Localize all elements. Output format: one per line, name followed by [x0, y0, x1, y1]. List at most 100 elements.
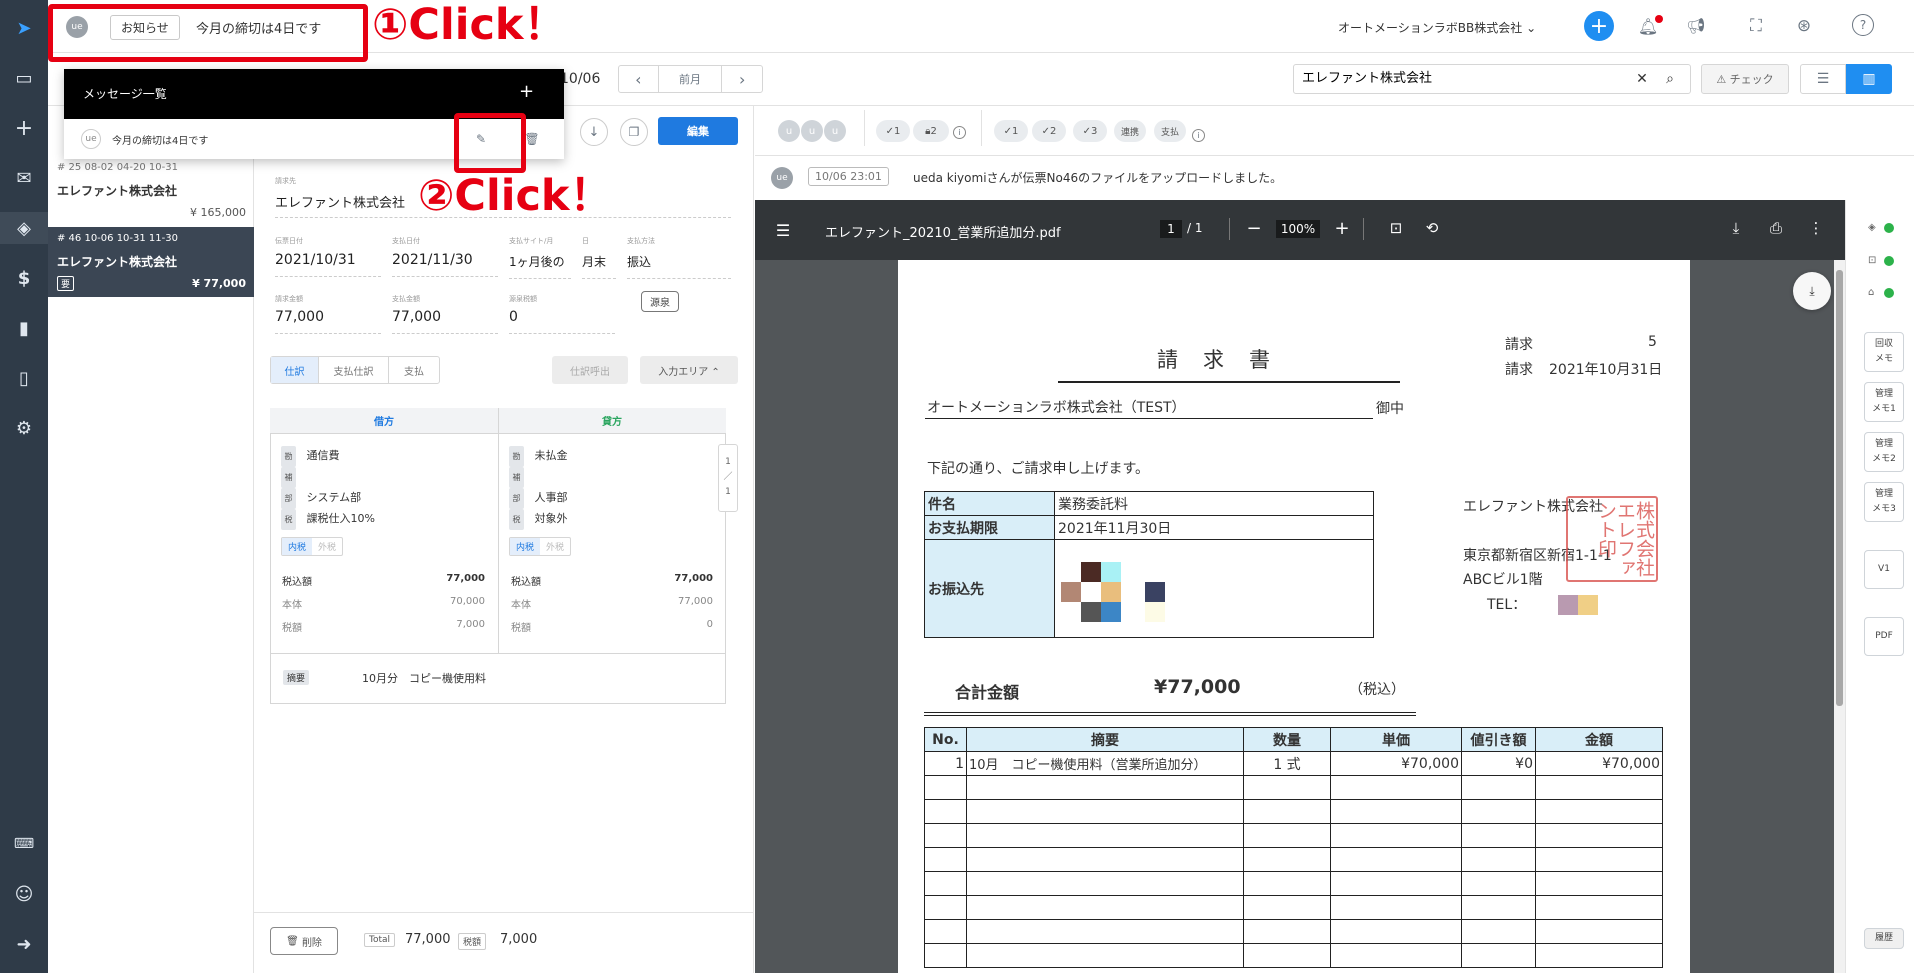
check-chip-1[interactable]: ✓ 1	[876, 120, 910, 142]
logout-icon[interactable]: ➜	[0, 928, 48, 960]
copy-icon[interactable]: ❐	[620, 118, 648, 146]
invoice-info-table: 件名 業務委託料 お支払期限 2021年11月30日 お振込先	[924, 491, 1374, 638]
chevron-down-icon: ⌄	[1526, 21, 1537, 35]
row-qty: 1 式	[1243, 751, 1331, 776]
list-item[interactable]: # 25 08-02 04-20 10-31 エレファント株式会社 ¥ 165,…	[48, 158, 254, 224]
chart-icon[interactable]: ▮	[0, 312, 48, 344]
edit-button[interactable]: 編集	[658, 117, 738, 145]
check-label: チェック	[1729, 73, 1774, 86]
admin-memo1-button[interactable]: 管理 メモ1	[1864, 382, 1904, 422]
collection-memo-button[interactable]: 回収 メモ	[1864, 332, 1904, 372]
app-logo-icon[interactable]: ➤	[0, 12, 48, 44]
dollar-icon[interactable]: $	[0, 262, 48, 294]
gear-icon[interactable]: ⚙	[0, 412, 48, 444]
bill-amount-field[interactable]: 77,000	[275, 309, 381, 334]
lock-chip-count: 2	[930, 125, 937, 137]
admin-memo3-button[interactable]: 管理 メモ3	[1864, 482, 1904, 522]
search-icon[interactable]: ⌕	[1660, 69, 1680, 89]
approval-chip-3[interactable]: ✓ 3	[1073, 120, 1107, 142]
mail-icon[interactable]: ✉	[0, 162, 48, 194]
user-icon[interactable]: ☺	[0, 878, 48, 910]
credit-tax-amt: 0	[706, 619, 713, 630]
pay-amount-field[interactable]: 77,000	[392, 309, 498, 334]
tab-pay[interactable]: 支払	[389, 357, 439, 383]
debit-tax-out[interactable]: 外税	[312, 538, 342, 555]
prev-button[interactable]: ‹	[619, 66, 659, 92]
float-download-icon[interactable]: ⤓	[1793, 272, 1831, 310]
tab-pay-journal[interactable]: 支払仕訳	[319, 357, 389, 383]
history-button[interactable]: 履歴	[1864, 928, 1904, 949]
day-field[interactable]: 月末	[582, 253, 616, 279]
credit-tax-in[interactable]: 内税	[510, 538, 541, 555]
site-field[interactable]: 1ヶ月後の	[509, 253, 571, 279]
message-add-button[interactable]: +	[519, 81, 534, 102]
company-selector[interactable]: オートメーションラボBB株式会社 ⌄	[1338, 19, 1536, 36]
download-arrow-icon[interactable]: ↓	[580, 118, 608, 146]
pdf-scrollbar-thumb[interactable]	[1836, 270, 1843, 706]
info-icon[interactable]: i	[953, 126, 966, 139]
payment-chip[interactable]: 支払	[1154, 120, 1186, 142]
support-icon[interactable]: ⊛	[1792, 14, 1816, 38]
prev-month-button[interactable]: 前月	[659, 66, 723, 92]
invoice-page: 請 求 書 請求 5 請求 2021年10月31日 オートメーションラボ株式会社…	[898, 260, 1690, 973]
search-input[interactable]	[1302, 69, 1602, 84]
add-button[interactable]: +	[1584, 11, 1614, 41]
check-button[interactable]: ⚠ チェック	[1701, 64, 1789, 94]
zoom-out-icon[interactable]: −	[1243, 217, 1265, 239]
table-row: 1 10月 コピー機使用料（営業所追加分） 1 式 ¥70,000 ¥0 ¥70…	[924, 751, 1663, 776]
list-view-icon[interactable]: ☰	[1800, 64, 1846, 94]
print-icon[interactable]: ⎙	[1765, 217, 1787, 239]
summary-text[interactable]: 10月分 コピー機使用料	[362, 670, 486, 686]
info-icon[interactable]: i	[1192, 129, 1205, 142]
layers-icon[interactable]: ◈	[0, 212, 48, 244]
zoom-in-icon[interactable]: +	[1331, 217, 1353, 239]
list-item-selected[interactable]: # 46 10-06 10-31 11-30 エレファント株式会社 要 ¥ 77…	[48, 227, 254, 297]
admin-memo2-button[interactable]: 管理 メモ2	[1864, 432, 1904, 472]
debit-tax-in[interactable]: 内税	[282, 538, 313, 555]
invoice-date-field[interactable]: 2021/10/31	[275, 252, 381, 277]
withholding-field[interactable]: 0	[509, 309, 615, 334]
approval-chip-2[interactable]: ✓ 2	[1032, 120, 1066, 142]
lock-chip[interactable]: 🔒︎ 2	[913, 120, 949, 142]
fullscreen-icon[interactable]: ⛶	[1744, 14, 1768, 38]
pdf-button[interactable]: PDF	[1864, 617, 1904, 656]
credit-tax-out[interactable]: 外税	[540, 538, 570, 555]
source-button[interactable]: 源泉	[641, 291, 679, 312]
pay-date-field[interactable]: 2021/11/30	[392, 252, 498, 277]
link-chip[interactable]: 連携	[1114, 120, 1146, 142]
message-item-text[interactable]: 今月の締切は4日です	[112, 132, 208, 147]
keyboard-icon[interactable]: ⌨	[0, 828, 48, 860]
input-area-toggle[interactable]: 入力エリア ⌃	[640, 356, 738, 384]
tab-journal[interactable]: 仕訳	[271, 357, 319, 383]
clear-icon[interactable]: ✕	[1632, 69, 1652, 89]
status-avatar[interactable]: u	[778, 120, 800, 142]
help-icon[interactable]: ?	[1852, 14, 1874, 36]
split-view-icon[interactable]: ▥	[1846, 64, 1892, 94]
more-icon[interactable]: ⋮	[1805, 217, 1827, 239]
credit-fields[interactable]: 勘 未払金 補 部 人事部 税 対象外	[509, 446, 568, 530]
book-icon[interactable]: ▯	[0, 362, 48, 394]
add-icon[interactable]: +	[0, 112, 48, 144]
status-avatar[interactable]: u	[824, 120, 846, 142]
delete-button[interactable]: 🗑︎ 削除	[270, 927, 338, 955]
tax-badge: 税	[509, 509, 524, 530]
rotate-icon[interactable]: ⟲	[1421, 217, 1443, 239]
menu-icon[interactable]: ☰	[771, 218, 795, 242]
pull-journal-button[interactable]: 仕訳呼出	[552, 356, 628, 384]
version-button[interactable]: V1	[1864, 550, 1904, 589]
fit-page-icon[interactable]: ⊡	[1385, 217, 1407, 239]
status-avatar[interactable]: u	[801, 120, 823, 142]
debit-fields[interactable]: 勘 通信費 補 部 システム部 税 課税仕入10%	[281, 446, 375, 530]
megaphone-icon[interactable]: 📢︎	[1684, 14, 1708, 38]
pdf-zoom[interactable]: 100%	[1276, 220, 1320, 238]
pdf-page-input[interactable]: 1	[1160, 220, 1182, 238]
date-display[interactable]: 10/06	[560, 71, 600, 87]
tax-badge: 税	[281, 509, 296, 530]
next-button[interactable]: ›	[722, 66, 762, 92]
approval-chip-1[interactable]: ✓ 1	[994, 120, 1028, 142]
col-no: No.	[924, 727, 967, 752]
download-icon[interactable]: ⤓	[1725, 217, 1747, 239]
total-amount: ¥77,000	[1154, 676, 1241, 698]
method-field[interactable]: 振込	[627, 253, 731, 279]
inbox-icon[interactable]: ▭	[0, 62, 48, 94]
